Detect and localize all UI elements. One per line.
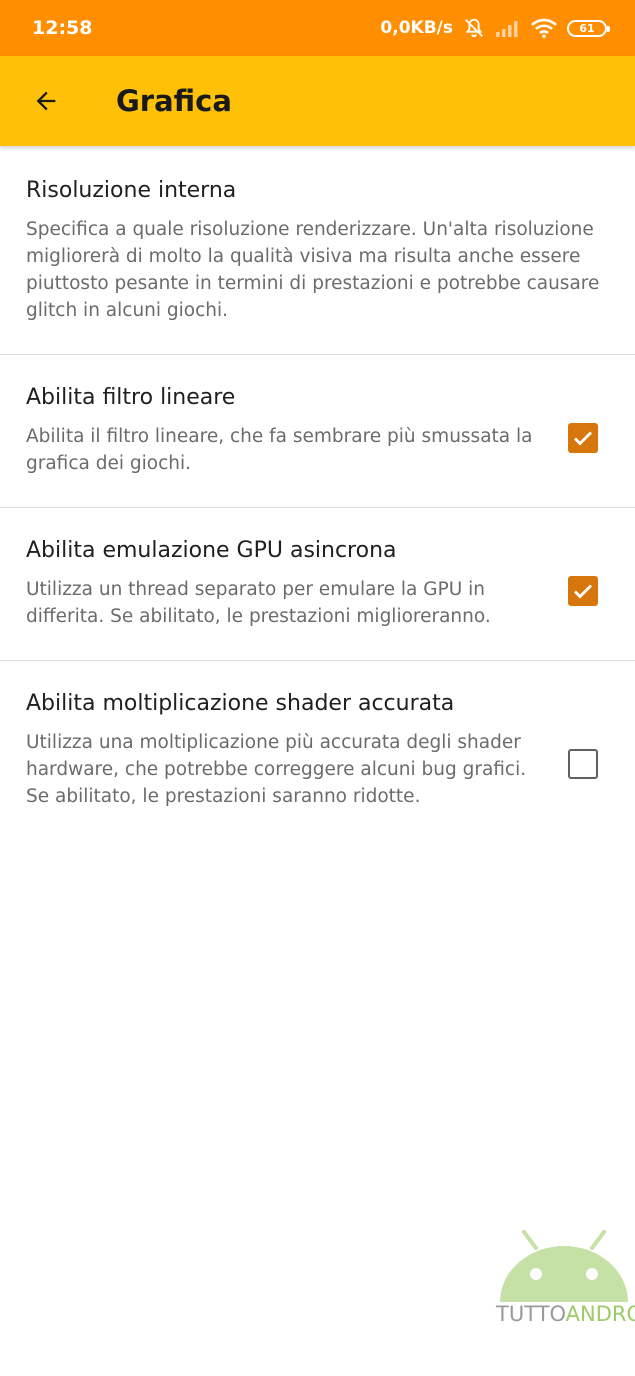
watermark-logo: TUTTOANDROID xyxy=(496,1228,635,1332)
check-icon xyxy=(574,584,592,599)
setting-title: Abilita filtro lineare xyxy=(26,385,236,410)
settings-list: Risoluzione interna Specifica a quale ri… xyxy=(0,146,635,851)
status-bar: 12:58 0,0KB/s 61 xyxy=(0,0,635,56)
android-robot-icon xyxy=(500,1230,628,1302)
network-speed: 0,0KB/s xyxy=(380,18,453,38)
setting-description: Abilita il filtro lineare, che fa sembra… xyxy=(26,426,533,474)
app-bar: Grafica xyxy=(0,56,635,146)
setting-description: Utilizza un thread separato per emulare … xyxy=(26,579,491,627)
setting-description: Utilizza una moltiplicazione più accurat… xyxy=(26,732,527,807)
setting-linear-filter[interactable]: Abilita filtro lineare Abilita il filtro… xyxy=(0,355,635,508)
check-icon xyxy=(574,431,592,446)
back-button[interactable] xyxy=(16,71,76,131)
watermark-text-part2: ANDROID xyxy=(565,1302,635,1326)
setting-title: Risoluzione interna xyxy=(26,178,237,203)
setting-accurate-shader[interactable]: Abilita moltiplicazione shader accurata … xyxy=(0,661,635,851)
wifi-icon xyxy=(531,18,557,38)
setting-description: Specifica a quale risoluzione renderizza… xyxy=(26,219,600,321)
watermark-text-part1: TUTTO xyxy=(496,1302,566,1326)
linear-filter-checkbox[interactable] xyxy=(568,423,598,453)
battery-level: 61 xyxy=(579,21,595,35)
status-time: 12:58 xyxy=(32,17,93,39)
accurate-shader-checkbox[interactable] xyxy=(568,749,598,779)
async-gpu-checkbox[interactable] xyxy=(568,576,598,606)
setting-async-gpu[interactable]: Abilita emulazione GPU asincrona Utilizz… xyxy=(0,508,635,661)
setting-title: Abilita moltiplicazione shader accurata xyxy=(26,691,455,716)
setting-internal-resolution[interactable]: Risoluzione interna Specifica a quale ri… xyxy=(0,146,635,355)
page-title: Grafica xyxy=(116,84,232,118)
arrow-back-icon xyxy=(36,91,56,111)
watermark-text: TUTTOANDROID xyxy=(496,1302,635,1326)
battery-icon: 61 xyxy=(567,19,610,37)
status-icons: 0,0KB/s 61 xyxy=(380,17,610,39)
setting-title: Abilita emulazione GPU asincrona xyxy=(26,538,397,563)
signal-icon xyxy=(496,21,518,37)
notifications-off-icon xyxy=(465,18,483,38)
